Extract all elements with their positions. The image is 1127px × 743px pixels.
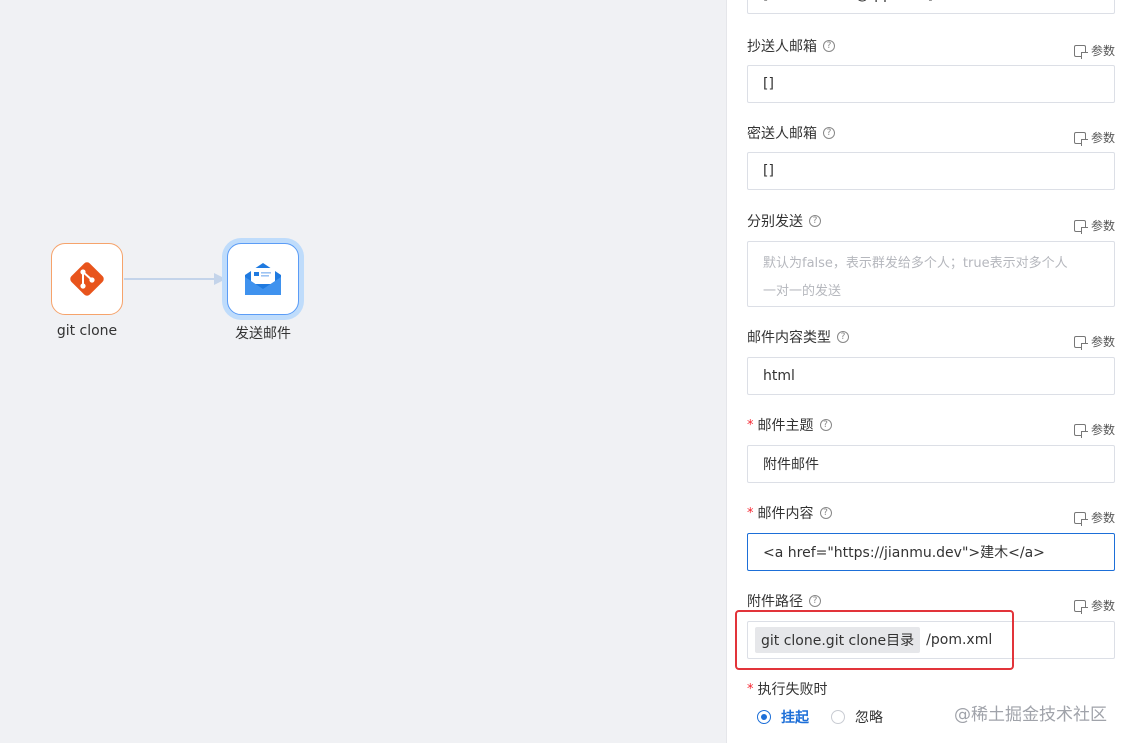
param-icon: [1073, 219, 1088, 234]
content-type-label: 邮件内容类型?: [747, 327, 849, 347]
param-icon: [1073, 44, 1088, 59]
node-label-send-email: 发送邮件: [235, 326, 291, 342]
workflow-canvas[interactable]: git clone 发送邮件: [0, 0, 726, 743]
content-type-input[interactable]: html: [747, 357, 1115, 395]
radio-ignore[interactable]: 忽略: [831, 707, 883, 727]
param-icon: [1073, 599, 1088, 614]
node-send-email[interactable]: [227, 243, 299, 315]
param-icon: [1073, 511, 1088, 526]
node-config-panel: ["491798957@qq.com"] 抄送人邮箱? 参数 [] 密送人邮箱?…: [726, 0, 1127, 743]
bcc-input[interactable]: []: [747, 152, 1115, 190]
help-icon: ?: [819, 419, 832, 431]
help-icon: ?: [809, 595, 821, 607]
param-button[interactable]: 参数: [1073, 509, 1115, 526]
param-button[interactable]: 参数: [1073, 421, 1115, 438]
radio-suspend[interactable]: 挂起: [757, 707, 809, 727]
help-icon: ?: [819, 507, 832, 519]
param-icon: [1073, 131, 1088, 146]
content-label: * 邮件内容?: [747, 503, 832, 523]
watermark: @稀土掘金技术社区: [954, 705, 1107, 725]
param-button[interactable]: 参数: [1073, 129, 1115, 146]
param-icon: [1073, 335, 1088, 350]
help-icon: ?: [809, 215, 821, 227]
param-icon: [1073, 423, 1088, 438]
attachment-path-input[interactable]: git clone.git clone目录 /pom.xml: [747, 621, 1115, 659]
help-icon: ?: [823, 40, 835, 52]
param-button[interactable]: 参数: [1073, 217, 1115, 234]
help-icon: ?: [823, 127, 835, 139]
send-separately-textarea[interactable]: 默认为false，表示群发给多个人；true表示对多个人 一对一的发送: [747, 241, 1115, 307]
bcc-label: 密送人邮箱?: [747, 123, 835, 143]
send-separately-label: 分别发送?: [747, 211, 821, 231]
on-failure-label: * 执行失败时: [747, 681, 828, 699]
radio-unchecked-icon: [831, 710, 845, 724]
subject-label: * 邮件主题?: [747, 415, 832, 435]
param-button[interactable]: 参数: [1073, 42, 1115, 59]
param-button[interactable]: 参数: [1073, 333, 1115, 350]
param-button[interactable]: 参数: [1073, 597, 1115, 614]
node-label-git-clone: git clone: [56, 323, 118, 339]
help-icon: ?: [837, 331, 849, 343]
git-icon: [70, 262, 104, 296]
on-failure-radio-group: 挂起 忽略: [757, 707, 883, 727]
attachment-path-label: 附件路径?: [747, 591, 821, 611]
cc-input[interactable]: []: [747, 65, 1115, 103]
subject-input[interactable]: 附件邮件: [747, 445, 1115, 483]
email-icon: [245, 263, 281, 295]
node-git-clone[interactable]: [51, 243, 123, 315]
param-chip[interactable]: git clone.git clone目录: [755, 627, 921, 653]
edge-connector: [124, 273, 226, 285]
content-input[interactable]: <a href="https://jianmu.dev">建木</a>: [747, 533, 1115, 571]
radio-checked-icon: [757, 710, 771, 724]
recipient-input[interactable]: ["491798957@qq.com"]: [747, 0, 1115, 14]
cc-label: 抄送人邮箱?: [747, 36, 835, 56]
